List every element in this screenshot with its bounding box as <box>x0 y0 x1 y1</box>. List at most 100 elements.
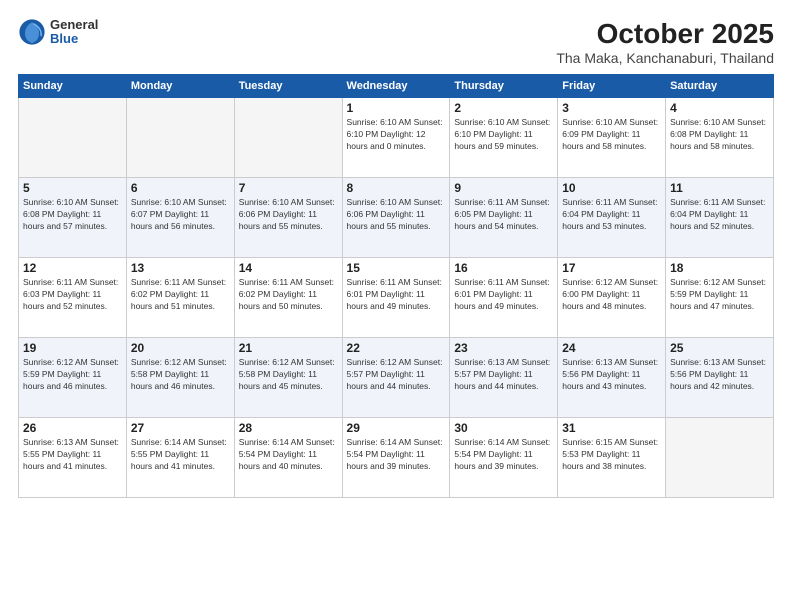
day-number: 2 <box>454 101 553 115</box>
calendar-cell: 31 Sunrise: 6:15 AM Sunset: 5:53 PM Dayli… <box>558 418 666 498</box>
calendar-cell: 2 Sunrise: 6:10 AM Sunset: 6:10 PM Daylig… <box>450 98 558 178</box>
day-number: 18 <box>670 261 769 275</box>
calendar-cell: 30 Sunrise: 6:14 AM Sunset: 5:54 PM Dayli… <box>450 418 558 498</box>
calendar-cell: 13 Sunrise: 6:11 AM Sunset: 6:02 PM Dayli… <box>126 258 234 338</box>
calendar-cell: 7 Sunrise: 6:10 AM Sunset: 6:06 PM Daylig… <box>234 178 342 258</box>
calendar-cell: 11 Sunrise: 6:11 AM Sunset: 6:04 PM Dayli… <box>666 178 774 258</box>
calendar-cell: 6Sunrise: 6:10 AM Sunset: 6:07 PM Daylig… <box>126 178 234 258</box>
calendar-cell: 17 Sunrise: 6:12 AM Sunset: 6:00 PM Dayli… <box>558 258 666 338</box>
day-info: Sunrise: 6:11 AM Sunset: 6:02 PM Dayligh… <box>131 277 230 313</box>
calendar-cell: 15 Sunrise: 6:11 AM Sunset: 6:01 PM Dayli… <box>342 258 450 338</box>
day-info: Sunrise: 6:12 AM Sunset: 6:00 PM Dayligh… <box>562 277 661 313</box>
day-info: Sunrise: 6:12 AM Sunset: 5:59 PM Dayligh… <box>23 357 122 393</box>
calendar-cell: 16Sunrise: 6:11 AM Sunset: 6:01 PM Dayli… <box>450 258 558 338</box>
calendar-cell <box>19 98 127 178</box>
day-info: Sunrise: 6:14 AM Sunset: 5:54 PM Dayligh… <box>347 437 446 473</box>
calendar-cell: 24 Sunrise: 6:13 AM Sunset: 5:56 PM Dayli… <box>558 338 666 418</box>
day-number: 25 <box>670 341 769 355</box>
day-number: 29 <box>347 421 446 435</box>
day-info: Sunrise: 6:11 AM Sunset: 6:04 PM Dayligh… <box>670 197 769 233</box>
calendar-cell: 8Sunrise: 6:10 AM Sunset: 6:06 PM Daylig… <box>342 178 450 258</box>
weekday-header-monday: Monday <box>126 75 234 98</box>
weekday-header-wednesday: Wednesday <box>342 75 450 98</box>
calendar-cell: 19 Sunrise: 6:12 AM Sunset: 5:59 PM Dayli… <box>19 338 127 418</box>
calendar-cell: 3Sunrise: 6:10 AM Sunset: 6:09 PM Daylig… <box>558 98 666 178</box>
day-number: 19 <box>23 341 122 355</box>
day-number: 15 <box>347 261 446 275</box>
calendar-cell: 4 Sunrise: 6:10 AM Sunset: 6:08 PM Daylig… <box>666 98 774 178</box>
logo-general-text: General <box>50 18 98 32</box>
day-number: 9 <box>454 181 553 195</box>
logo: General Blue <box>18 18 98 47</box>
calendar-cell: 29 Sunrise: 6:14 AM Sunset: 5:54 PM Dayli… <box>342 418 450 498</box>
day-info: Sunrise: 6:13 AM Sunset: 5:55 PM Dayligh… <box>23 437 122 473</box>
calendar-cell: 23 Sunrise: 6:13 AM Sunset: 5:57 PM Dayli… <box>450 338 558 418</box>
calendar-cell: 18 Sunrise: 6:12 AM Sunset: 5:59 PM Dayli… <box>666 258 774 338</box>
day-info: Sunrise: 6:11 AM Sunset: 6:05 PM Dayligh… <box>454 197 553 233</box>
day-info: Sunrise: 6:11 AM Sunset: 6:01 PM Dayligh… <box>454 277 553 313</box>
calendar-cell: 1 Sunrise: 6:10 AM Sunset: 6:10 PM Daylig… <box>342 98 450 178</box>
location: Tha Maka, Kanchanaburi, Thailand <box>556 50 774 66</box>
day-number: 23 <box>454 341 553 355</box>
calendar-cell: 12Sunrise: 6:11 AM Sunset: 6:03 PM Dayli… <box>19 258 127 338</box>
title-section: October 2025 Tha Maka, Kanchanaburi, Tha… <box>556 18 774 66</box>
day-number: 11 <box>670 181 769 195</box>
day-number: 24 <box>562 341 661 355</box>
day-number: 22 <box>347 341 446 355</box>
day-number: 13 <box>131 261 230 275</box>
day-info: Sunrise: 6:10 AM Sunset: 6:09 PM Dayligh… <box>562 117 661 153</box>
day-info: Sunrise: 6:10 AM Sunset: 6:06 PM Dayligh… <box>239 197 338 233</box>
day-number: 27 <box>131 421 230 435</box>
day-info: Sunrise: 6:14 AM Sunset: 5:55 PM Dayligh… <box>131 437 230 473</box>
calendar-cell: 28 Sunrise: 6:14 AM Sunset: 5:54 PM Dayli… <box>234 418 342 498</box>
day-info: Sunrise: 6:14 AM Sunset: 5:54 PM Dayligh… <box>239 437 338 473</box>
day-number: 17 <box>562 261 661 275</box>
calendar-cell: 9 Sunrise: 6:11 AM Sunset: 6:05 PM Daylig… <box>450 178 558 258</box>
day-info: Sunrise: 6:13 AM Sunset: 5:56 PM Dayligh… <box>670 357 769 393</box>
calendar-cell <box>666 418 774 498</box>
day-number: 28 <box>239 421 338 435</box>
day-number: 30 <box>454 421 553 435</box>
day-info: Sunrise: 6:12 AM Sunset: 5:58 PM Dayligh… <box>131 357 230 393</box>
calendar: SundayMondayTuesdayWednesdayThursdayFrid… <box>18 74 774 498</box>
day-number: 21 <box>239 341 338 355</box>
logo-icon <box>18 18 46 46</box>
weekday-header-tuesday: Tuesday <box>234 75 342 98</box>
day-info: Sunrise: 6:11 AM Sunset: 6:03 PM Dayligh… <box>23 277 122 313</box>
weekday-header-thursday: Thursday <box>450 75 558 98</box>
day-info: Sunrise: 6:10 AM Sunset: 6:08 PM Dayligh… <box>23 197 122 233</box>
month-title: October 2025 <box>556 18 774 50</box>
day-info: Sunrise: 6:12 AM Sunset: 5:59 PM Dayligh… <box>670 277 769 313</box>
day-info: Sunrise: 6:10 AM Sunset: 6:08 PM Dayligh… <box>670 117 769 153</box>
day-number: 20 <box>131 341 230 355</box>
day-info: Sunrise: 6:14 AM Sunset: 5:54 PM Dayligh… <box>454 437 553 473</box>
calendar-cell: 10Sunrise: 6:11 AM Sunset: 6:04 PM Dayli… <box>558 178 666 258</box>
calendar-cell <box>126 98 234 178</box>
weekday-header-saturday: Saturday <box>666 75 774 98</box>
calendar-cell: 25 Sunrise: 6:13 AM Sunset: 5:56 PM Dayli… <box>666 338 774 418</box>
calendar-cell: 20 Sunrise: 6:12 AM Sunset: 5:58 PM Dayli… <box>126 338 234 418</box>
day-number: 4 <box>670 101 769 115</box>
day-number: 5 <box>23 181 122 195</box>
day-number: 1 <box>347 101 446 115</box>
day-info: Sunrise: 6:11 AM Sunset: 6:02 PM Dayligh… <box>239 277 338 313</box>
calendar-cell: 26Sunrise: 6:13 AM Sunset: 5:55 PM Dayli… <box>19 418 127 498</box>
calendar-cell: 14Sunrise: 6:11 AM Sunset: 6:02 PM Dayli… <box>234 258 342 338</box>
day-number: 7 <box>239 181 338 195</box>
day-info: Sunrise: 6:10 AM Sunset: 6:10 PM Dayligh… <box>454 117 553 153</box>
calendar-cell: 5 Sunrise: 6:10 AM Sunset: 6:08 PM Daylig… <box>19 178 127 258</box>
day-info: Sunrise: 6:15 AM Sunset: 5:53 PM Dayligh… <box>562 437 661 473</box>
day-number: 10 <box>562 181 661 195</box>
day-number: 6 <box>131 181 230 195</box>
weekday-header-sunday: Sunday <box>19 75 127 98</box>
day-info: Sunrise: 6:10 AM Sunset: 6:10 PM Dayligh… <box>347 117 446 153</box>
day-info: Sunrise: 6:13 AM Sunset: 5:56 PM Dayligh… <box>562 357 661 393</box>
day-info: Sunrise: 6:10 AM Sunset: 6:06 PM Dayligh… <box>347 197 446 233</box>
day-number: 31 <box>562 421 661 435</box>
day-info: Sunrise: 6:11 AM Sunset: 6:01 PM Dayligh… <box>347 277 446 313</box>
logo-blue-text: Blue <box>50 32 98 46</box>
calendar-cell: 21 Sunrise: 6:12 AM Sunset: 5:58 PM Dayli… <box>234 338 342 418</box>
weekday-header-friday: Friday <box>558 75 666 98</box>
day-info: Sunrise: 6:13 AM Sunset: 5:57 PM Dayligh… <box>454 357 553 393</box>
day-info: Sunrise: 6:12 AM Sunset: 5:58 PM Dayligh… <box>239 357 338 393</box>
